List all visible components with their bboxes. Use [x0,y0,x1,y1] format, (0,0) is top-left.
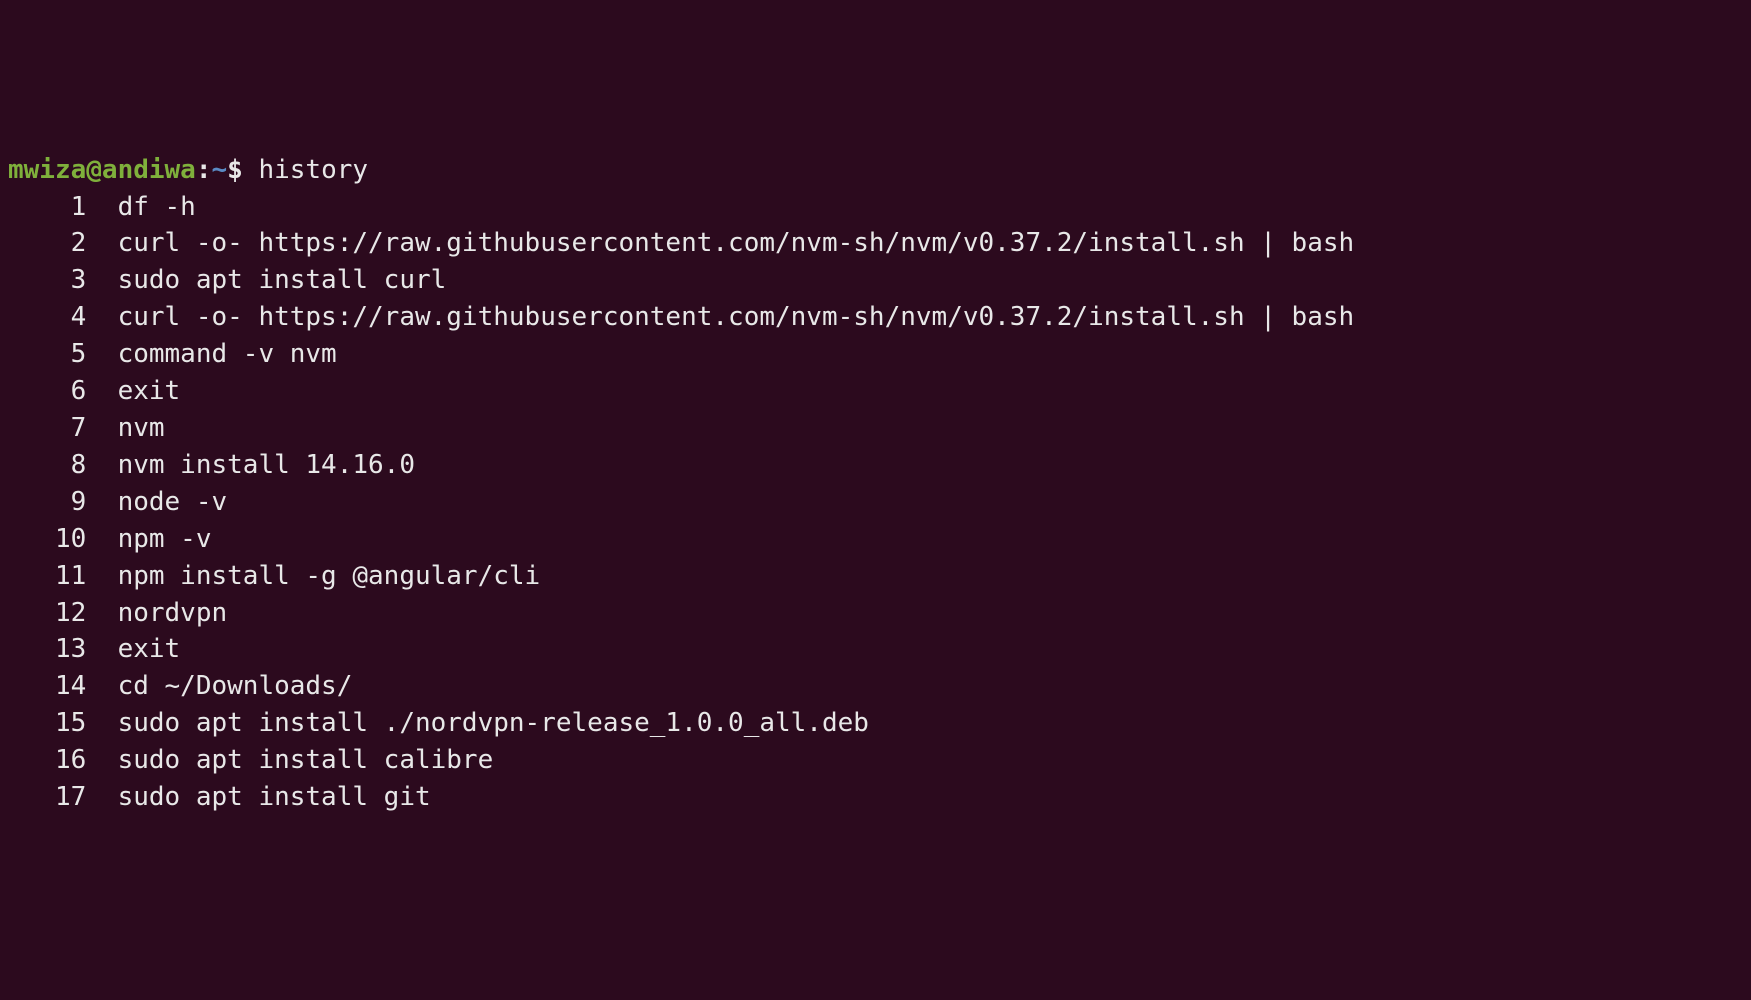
history-command: curl -o- https://raw.githubusercontent.c… [118,228,1355,258]
history-entry: 3 sudo apt install curl [8,262,1743,299]
history-separator [86,595,117,632]
history-command: sudo apt install ./nordvpn-release_1.0.0… [118,708,869,738]
history-number: 2 [8,225,86,262]
history-number: 5 [8,336,86,373]
history-entry: 12 nordvpn [8,595,1743,632]
history-number: 8 [8,447,86,484]
prompt-colon: : [196,155,212,185]
history-entry: 9 node -v [8,484,1743,521]
history-separator [86,558,117,595]
history-separator [86,742,117,779]
history-entry: 15 sudo apt install ./nordvpn-release_1.… [8,705,1743,742]
prompt-dollar: $ [227,155,258,185]
history-number: 3 [8,262,86,299]
history-command: exit [118,634,181,664]
history-number: 11 [8,558,86,595]
history-number: 14 [8,668,86,705]
history-command: node -v [118,487,228,517]
history-number: 7 [8,410,86,447]
history-entry: 1 df -h [8,189,1743,226]
history-entry: 13 exit [8,631,1743,668]
history-separator [86,668,117,705]
history-separator [86,447,117,484]
history-command: sudo apt install git [118,782,431,812]
history-command: cd ~/Downloads/ [118,671,353,701]
history-command: curl -o- https://raw.githubusercontent.c… [118,302,1355,332]
history-separator [86,373,117,410]
history-separator [86,189,117,226]
history-separator [86,336,117,373]
history-separator [86,779,117,816]
history-command: command -v nvm [118,339,337,369]
history-command: exit [118,376,181,406]
history-entry: 10 npm -v [8,521,1743,558]
typed-command: history [258,155,368,185]
history-command: sudo apt install calibre [118,745,494,775]
history-separator [86,484,117,521]
history-entry: 16 sudo apt install calibre [8,742,1743,779]
history-command: npm install -g @angular/cli [118,561,541,591]
history-entry: 17 sudo apt install git [8,779,1743,816]
history-number: 15 [8,705,86,742]
history-entry: 5 command -v nvm [8,336,1743,373]
history-command: df -h [118,192,196,222]
history-entry: 2 curl -o- https://raw.githubusercontent… [8,225,1743,262]
history-number: 12 [8,595,86,632]
history-entry: 11 npm install -g @angular/cli [8,558,1743,595]
history-command: nvm [118,413,165,443]
history-number: 13 [8,631,86,668]
history-command: nordvpn [118,598,228,628]
history-separator [86,521,117,558]
prompt-path: ~ [212,155,228,185]
history-entry: 7 nvm [8,410,1743,447]
history-entry: 4 curl -o- https://raw.githubusercontent… [8,299,1743,336]
history-entry: 6 exit [8,373,1743,410]
history-number: 17 [8,779,86,816]
history-number: 10 [8,521,86,558]
terminal-window[interactable]: mwiza@andiwa:~$ history 1 df -h2 curl -o… [8,152,1743,816]
history-entry: 14 cd ~/Downloads/ [8,668,1743,705]
history-number: 4 [8,299,86,336]
history-separator [86,299,117,336]
history-number: 6 [8,373,86,410]
history-separator [86,631,117,668]
history-command: sudo apt install curl [118,265,447,295]
history-separator [86,410,117,447]
history-command: nvm install 14.16.0 [118,450,415,480]
prompt-user-host: mwiza@andiwa [8,155,196,185]
history-separator [86,225,117,262]
history-entry: 8 nvm install 14.16.0 [8,447,1743,484]
history-command: npm -v [118,524,212,554]
history-separator [86,262,117,299]
history-number: 9 [8,484,86,521]
history-number: 16 [8,742,86,779]
history-separator [86,705,117,742]
history-number: 1 [8,189,86,226]
